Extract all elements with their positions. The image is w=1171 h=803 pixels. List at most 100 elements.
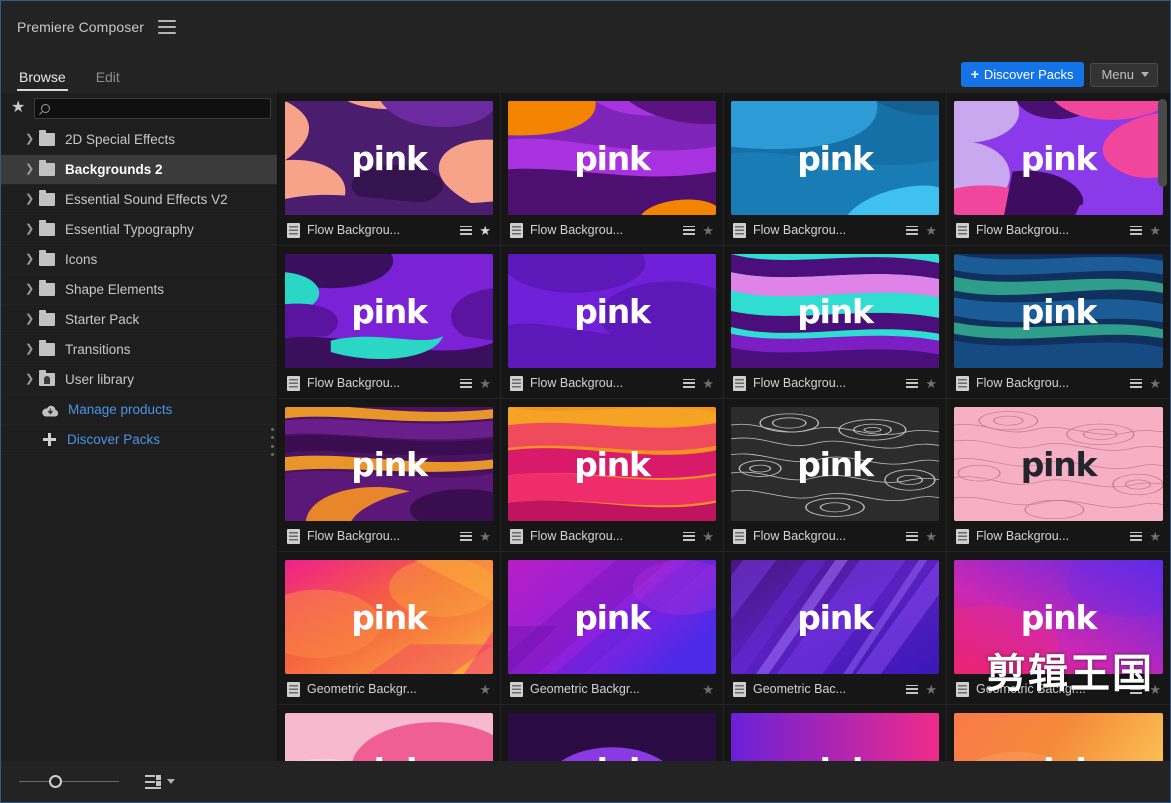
vertical-scrollbar[interactable] — [1158, 99, 1167, 187]
chevron-right-icon[interactable]: ❯ — [25, 374, 39, 385]
asset-thumbnail[interactable]: pink — [731, 101, 939, 215]
favorite-star-icon[interactable]: ★ — [1149, 377, 1161, 390]
asset-card[interactable]: pink Flow Backgrou... ★ — [724, 399, 947, 552]
asset-card[interactable]: pink Flow Backgrou... ★ — [947, 246, 1170, 399]
asset-menu-icon[interactable] — [460, 531, 473, 541]
asset-card[interactable]: pink Flow Backgrou... ★ — [278, 93, 501, 246]
asset-card[interactable]: pink Flow Backgrou... ★ — [724, 93, 947, 246]
asset-card[interactable]: pink★ — [278, 705, 501, 761]
menu-button[interactable]: Menu — [1090, 62, 1158, 87]
asset-menu-icon[interactable] — [906, 531, 919, 541]
asset-thumbnail[interactable]: pink — [285, 407, 493, 521]
asset-thumbnail[interactable]: pink — [285, 254, 493, 368]
favorite-star-icon[interactable]: ★ — [479, 530, 491, 543]
search-input[interactable] — [55, 101, 264, 115]
asset-thumbnail[interactable]: pink — [954, 101, 1163, 215]
asset-card[interactable]: pink★ — [501, 705, 724, 761]
favorite-star-icon[interactable]: ★ — [702, 530, 714, 543]
chevron-right-icon[interactable]: ❯ — [25, 134, 39, 145]
star-icon[interactable]: ★ — [11, 100, 25, 116]
sidebar-item-backgrounds-2[interactable]: ❯ Backgrounds 2 — [1, 155, 277, 185]
sidebar-item-user-library[interactable]: ❯ User library — [1, 365, 277, 395]
sidebar-item-discover-packs[interactable]: Discover Packs — [1, 425, 277, 455]
asset-card[interactable]: pink Flow Backgrou... ★ — [501, 246, 724, 399]
favorite-star-icon[interactable]: ★ — [925, 377, 937, 390]
asset-thumbnail[interactable]: pink — [731, 254, 939, 368]
asset-menu-icon[interactable] — [683, 531, 696, 541]
asset-thumbnail[interactable]: pink — [954, 407, 1163, 521]
discover-packs-button[interactable]: + Discover Packs — [960, 62, 1085, 87]
favorite-star-icon[interactable]: ★ — [479, 377, 491, 390]
asset-thumbnail[interactable]: pink — [508, 713, 716, 761]
asset-card[interactable]: pink Flow Backgrou... ★ — [278, 246, 501, 399]
sidebar-item-icons[interactable]: ❯ Icons — [1, 245, 277, 275]
asset-card[interactable]: pink Flow Backgrou... ★ — [947, 399, 1170, 552]
asset-menu-icon[interactable] — [460, 378, 473, 388]
asset-card[interactable]: pink Flow Backgrou... ★ — [278, 399, 501, 552]
asset-card[interactable]: pink Flow Backgrou... ★ — [501, 399, 724, 552]
sidebar-item-shape-elements[interactable]: ❯ Shape Elements — [1, 275, 277, 305]
asset-card[interactable]: pink★ — [724, 705, 947, 761]
chevron-right-icon[interactable]: ❯ — [25, 344, 39, 355]
sidebar-item-essential-sound-effects-v2[interactable]: ❯ Essential Sound Effects V2 — [1, 185, 277, 215]
favorite-star-icon[interactable]: ★ — [702, 683, 714, 696]
chevron-right-icon[interactable]: ❯ — [25, 224, 39, 235]
sidebar-item-transitions[interactable]: ❯ Transitions — [1, 335, 277, 365]
sidebar-item-essential-typography[interactable]: ❯ Essential Typography — [1, 215, 277, 245]
asset-thumbnail[interactable]: pink — [508, 407, 716, 521]
asset-thumbnail[interactable]: pink — [731, 407, 939, 521]
slider-knob[interactable] — [49, 774, 62, 788]
asset-menu-icon[interactable] — [906, 684, 919, 694]
asset-thumbnail[interactable]: pink — [508, 560, 716, 674]
chevron-right-icon[interactable]: ❯ — [25, 314, 39, 325]
sidebar-item-2d-special-effects[interactable]: ❯ 2D Special Effects — [1, 125, 277, 155]
asset-card[interactable]: pink Flow Backgrou... ★ — [724, 246, 947, 399]
asset-thumbnail[interactable]: pink — [508, 101, 716, 215]
asset-thumbnail[interactable]: pink — [285, 101, 493, 215]
asset-card[interactable]: pink Geometric Backgr... ★ — [278, 552, 501, 705]
favorite-star-icon[interactable]: ★ — [1149, 530, 1161, 543]
favorite-star-icon[interactable]: ★ — [479, 683, 491, 696]
asset-menu-icon[interactable] — [906, 225, 919, 235]
tab-edit[interactable]: Edit — [94, 69, 122, 91]
favorite-star-icon[interactable]: ★ — [925, 224, 937, 237]
asset-menu-icon[interactable] — [1130, 531, 1143, 541]
asset-card[interactable]: pink Geometric Backgr... ★ — [501, 552, 724, 705]
asset-menu-icon[interactable] — [1130, 378, 1143, 388]
asset-menu-icon[interactable] — [906, 378, 919, 388]
asset-thumbnail[interactable]: pink — [508, 254, 716, 368]
search-field[interactable] — [34, 97, 271, 119]
asset-card[interactable]: pink★ — [947, 705, 1170, 761]
asset-thumbnail[interactable]: pink — [954, 560, 1163, 674]
sidebar-item-manage-products[interactable]: Manage products — [1, 395, 277, 425]
asset-card[interactable]: pink Flow Backgrou... ★ — [501, 93, 724, 246]
asset-menu-icon[interactable] — [683, 378, 696, 388]
favorite-star-icon[interactable]: ★ — [479, 224, 491, 237]
asset-thumbnail[interactable]: pink — [285, 560, 493, 674]
asset-card[interactable]: pink Geometric Bac... ★ — [724, 552, 947, 705]
favorite-star-icon[interactable]: ★ — [702, 377, 714, 390]
chevron-right-icon[interactable]: ❯ — [25, 194, 39, 205]
chevron-right-icon[interactable]: ❯ — [25, 164, 39, 175]
asset-thumbnail[interactable]: pink — [954, 254, 1163, 368]
thumbnail-size-slider[interactable] — [19, 774, 119, 789]
asset-thumbnail[interactable]: pink — [285, 713, 493, 761]
asset-card[interactable]: pink Geometric Backgr... ★ — [947, 552, 1170, 705]
chevron-right-icon[interactable]: ❯ — [25, 284, 39, 295]
asset-menu-icon[interactable] — [1130, 684, 1143, 694]
sidebar-resize-grip[interactable] — [271, 428, 276, 456]
asset-menu-icon[interactable] — [683, 225, 696, 235]
tab-browse[interactable]: Browse — [17, 69, 68, 91]
chevron-right-icon[interactable]: ❯ — [25, 254, 39, 265]
favorite-star-icon[interactable]: ★ — [1149, 683, 1161, 696]
favorite-star-icon[interactable]: ★ — [702, 224, 714, 237]
asset-menu-icon[interactable] — [460, 225, 473, 235]
favorite-star-icon[interactable]: ★ — [1149, 224, 1161, 237]
asset-thumbnail[interactable]: pink — [954, 713, 1163, 761]
view-mode-selector[interactable] — [145, 774, 175, 789]
favorite-star-icon[interactable]: ★ — [925, 530, 937, 543]
hamburger-icon[interactable] — [157, 20, 176, 34]
asset-thumbnail[interactable]: pink — [731, 713, 939, 761]
asset-menu-icon[interactable] — [1130, 225, 1143, 235]
favorite-star-icon[interactable]: ★ — [925, 683, 937, 696]
